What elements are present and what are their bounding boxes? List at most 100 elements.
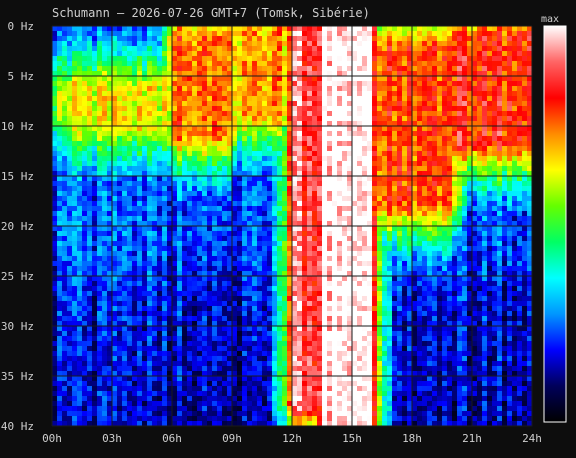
spectrogram-cell xyxy=(72,246,78,252)
spectrogram-cell xyxy=(152,416,158,422)
spectrogram-cell xyxy=(317,331,323,337)
spectrogram-cell xyxy=(62,211,68,217)
spectrogram-cell xyxy=(102,296,108,302)
spectrogram-cell xyxy=(292,251,298,257)
spectrogram-cell xyxy=(77,251,83,257)
spectrogram-cell xyxy=(72,396,78,402)
spectrogram-cell xyxy=(302,331,308,337)
spectrogram-cell xyxy=(97,376,103,382)
spectrogram-cell xyxy=(147,81,153,87)
spectrogram-cell xyxy=(77,406,83,412)
spectrogram-cell xyxy=(182,186,188,192)
spectrogram-cell xyxy=(212,211,218,217)
spectrogram-cell xyxy=(177,181,183,187)
spectrogram-cell xyxy=(137,416,143,422)
spectrogram-cell xyxy=(82,41,88,47)
spectrogram-cell xyxy=(92,156,98,162)
spectrogram-cell xyxy=(137,231,143,237)
spectrogram-cell xyxy=(222,151,228,157)
spectrogram-cell xyxy=(322,386,328,392)
spectrogram-cell xyxy=(262,146,268,152)
spectrogram-cell xyxy=(182,406,188,412)
spectrogram-cell xyxy=(177,286,183,292)
spectrogram-cell xyxy=(92,191,98,197)
spectrogram-cell xyxy=(92,266,98,272)
spectrogram-cell xyxy=(112,101,118,107)
spectrogram-cell xyxy=(207,346,213,352)
spectrogram-cell xyxy=(257,351,263,357)
spectrogram-cell xyxy=(177,141,183,147)
spectrogram-cell xyxy=(277,231,283,237)
spectrogram-cell xyxy=(147,141,153,147)
spectrogram-cell xyxy=(97,186,103,192)
spectrogram-cell xyxy=(177,231,183,237)
spectrogram-cell xyxy=(252,266,258,272)
spectrogram-cell xyxy=(72,301,78,307)
spectrogram-cell xyxy=(312,76,318,82)
spectrogram-cell xyxy=(357,306,363,312)
spectrogram-cell xyxy=(312,91,318,97)
spectrogram-cell xyxy=(322,161,328,167)
spectrogram-cell xyxy=(217,416,223,422)
spectrogram-cell xyxy=(277,356,283,362)
spectrogram-cell xyxy=(157,151,163,157)
spectrogram-cell xyxy=(57,86,63,92)
spectrogram-cell xyxy=(342,366,348,372)
spectrogram-cell xyxy=(112,76,118,82)
spectrogram-cell xyxy=(127,356,133,362)
spectrogram-cell xyxy=(142,126,148,132)
spectrogram-cell xyxy=(72,146,78,152)
spectrogram-cell xyxy=(222,251,228,257)
spectrogram-cell xyxy=(52,196,58,202)
spectrogram-cell xyxy=(252,416,258,422)
spectrogram-cell xyxy=(92,136,98,142)
spectrogram-cell xyxy=(157,31,163,37)
spectrogram-cell xyxy=(352,211,358,217)
spectrogram-cell xyxy=(277,396,283,402)
spectrogram-cell xyxy=(342,286,348,292)
spectrogram-cell xyxy=(97,91,103,97)
spectrogram-cell xyxy=(207,156,213,162)
spectrogram-cell xyxy=(182,146,188,152)
spectrogram-cell xyxy=(292,396,298,402)
spectrogram-cell xyxy=(177,351,183,357)
spectrogram-cell xyxy=(132,166,138,172)
spectrogram-cell xyxy=(277,181,283,187)
spectrogram-cell xyxy=(87,306,93,312)
spectrogram-cell xyxy=(222,216,228,222)
spectrogram-cell xyxy=(157,91,163,97)
spectrogram-cell xyxy=(92,101,98,107)
spectrogram-cell xyxy=(112,166,118,172)
spectrogram-cell xyxy=(147,136,153,142)
spectrogram-cell xyxy=(342,81,348,87)
spectrogram-cell xyxy=(152,236,158,242)
spectrogram-cell xyxy=(162,346,168,352)
spectrogram-cell xyxy=(117,276,123,282)
spectrogram-cell xyxy=(187,166,193,172)
spectrogram-cell xyxy=(302,326,308,332)
spectrogram-cell xyxy=(57,101,63,107)
spectrogram-cell xyxy=(262,311,268,317)
spectrogram-cell xyxy=(257,306,263,312)
spectrogram-cell xyxy=(212,346,218,352)
spectrogram-cell xyxy=(207,341,213,347)
spectrogram-cell xyxy=(97,381,103,387)
spectrogram-cell xyxy=(112,261,118,267)
spectrogram-cell xyxy=(142,316,148,322)
spectrogram-cell xyxy=(142,111,148,117)
spectrogram-cell xyxy=(177,386,183,392)
spectrogram-cell xyxy=(222,381,228,387)
spectrogram-cell xyxy=(117,81,123,87)
spectrogram-cell xyxy=(137,106,143,112)
spectrogram-cell xyxy=(132,386,138,392)
spectrogram-cell xyxy=(247,166,253,172)
spectrogram-cell xyxy=(172,81,178,87)
spectrogram-cell xyxy=(267,291,273,297)
spectrogram-cell xyxy=(152,291,158,297)
spectrogram-cell xyxy=(122,76,128,82)
spectrogram-cell xyxy=(262,276,268,282)
spectrogram-cell xyxy=(207,416,213,422)
spectrogram-cell xyxy=(142,191,148,197)
spectrogram-cell xyxy=(82,396,88,402)
spectrogram-cell xyxy=(137,111,143,117)
